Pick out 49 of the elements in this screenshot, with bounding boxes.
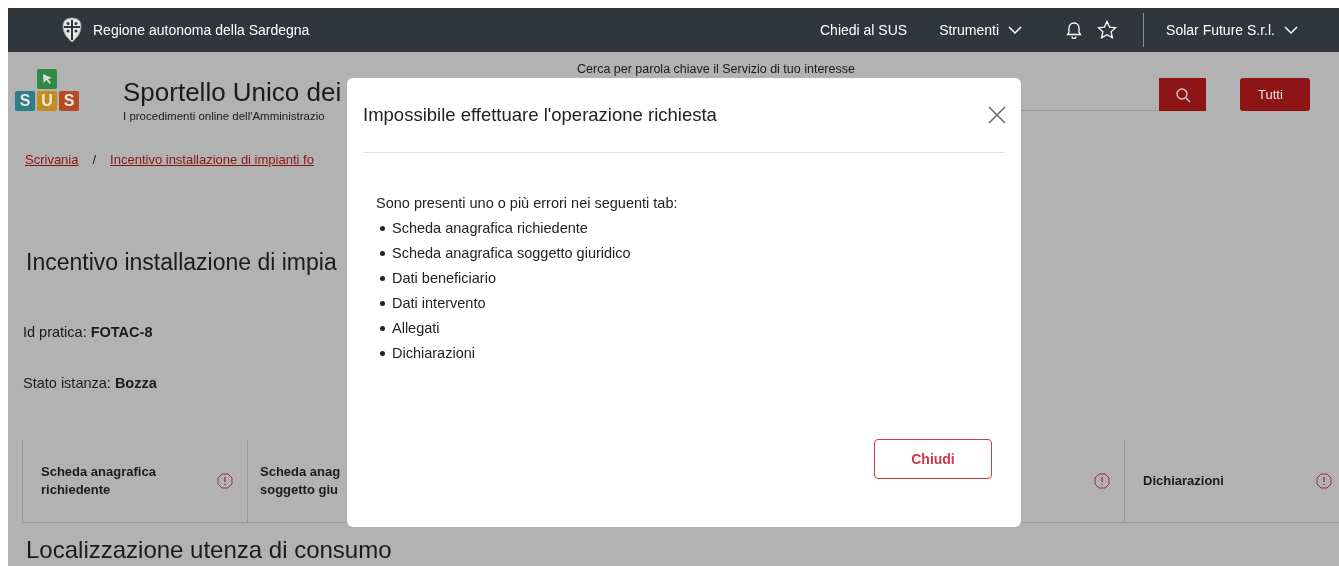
bullet-icon (380, 251, 385, 256)
section-title: Localizzazione utenza di consumo (26, 536, 392, 563)
tab-label: Scheda anagrafica (41, 463, 156, 481)
error-item: Allegati (392, 320, 440, 336)
error-message: Sono presenti uno o più errori nei seguenti tab: (376, 194, 679, 213)
page-title: Incentivo installazione di impia (26, 249, 337, 275)
breadcrumb-link[interactable]: Scrivania (25, 152, 79, 167)
cursor-tile-icon (37, 69, 57, 89)
search-icon (1174, 86, 1191, 103)
bullet-icon (380, 326, 385, 331)
dialog-title: Impossibile effettuare l'operazione richiesta (363, 104, 717, 126)
tab[interactable]: Scheda anag soggetto giu (248, 440, 348, 522)
bullet-icon (380, 276, 385, 281)
search-button[interactable] (1159, 78, 1206, 111)
close-icon[interactable] (987, 105, 1007, 125)
search-label: Cerca per parola chiave il Servizio di tuo interesse (577, 62, 856, 76)
tab[interactable]: Dichiarazioni (1125, 440, 1339, 522)
scope-button[interactable]: Tutti (1240, 78, 1310, 111)
breadcrumb-separator: / (92, 152, 97, 167)
tab-label: soggetto giu (260, 481, 339, 499)
logo-letter: S (15, 91, 35, 111)
bullet-icon (380, 226, 385, 231)
error-item: Scheda anagrafica richiedente (392, 220, 588, 236)
error-item: Scheda anagrafica soggetto giuridico (392, 245, 631, 261)
menu-dropdown[interactable]: Strumenti (939, 22, 1024, 38)
bullet-icon (380, 301, 385, 306)
error-item: Dati beneficiario (392, 270, 496, 286)
field-text: Stato istanza: Bozza (23, 375, 157, 391)
site-subtitle: I procedimenti online dell'Amministrazio (123, 110, 326, 122)
error-item: Dichiarazioni (392, 345, 475, 361)
star-icon[interactable] (1097, 20, 1118, 40)
nav-link[interactable]: Chiedi al SUS (820, 22, 908, 38)
tab-label: Scheda anag (260, 463, 341, 481)
region-name: Regione autonoma della Sardegna (93, 22, 310, 38)
close-button[interactable]: Chiudi (874, 439, 992, 479)
tab-label: Dichiarazioni (1143, 472, 1224, 490)
bullet-icon (380, 351, 385, 356)
breadcrumb-link[interactable]: Incentivo installazione di impianti fo (110, 152, 314, 167)
user-menu[interactable]: Solar Future S.r.l. (1166, 22, 1299, 38)
tab[interactable]: Scheda anagrafica richiedente (22, 440, 248, 522)
error-item: Dati intervento (392, 295, 486, 311)
chevron-down-icon (1283, 23, 1299, 37)
crest-icon (60, 17, 84, 43)
bell-icon[interactable] (1065, 21, 1084, 39)
logo-letter: U (37, 91, 57, 111)
field-text: Id pratica: FOTAC-8 (23, 324, 153, 340)
tab-label: richiedente (41, 481, 112, 499)
logo-letter: S (59, 91, 79, 111)
site-title: Sportello Unico dei (123, 76, 342, 108)
